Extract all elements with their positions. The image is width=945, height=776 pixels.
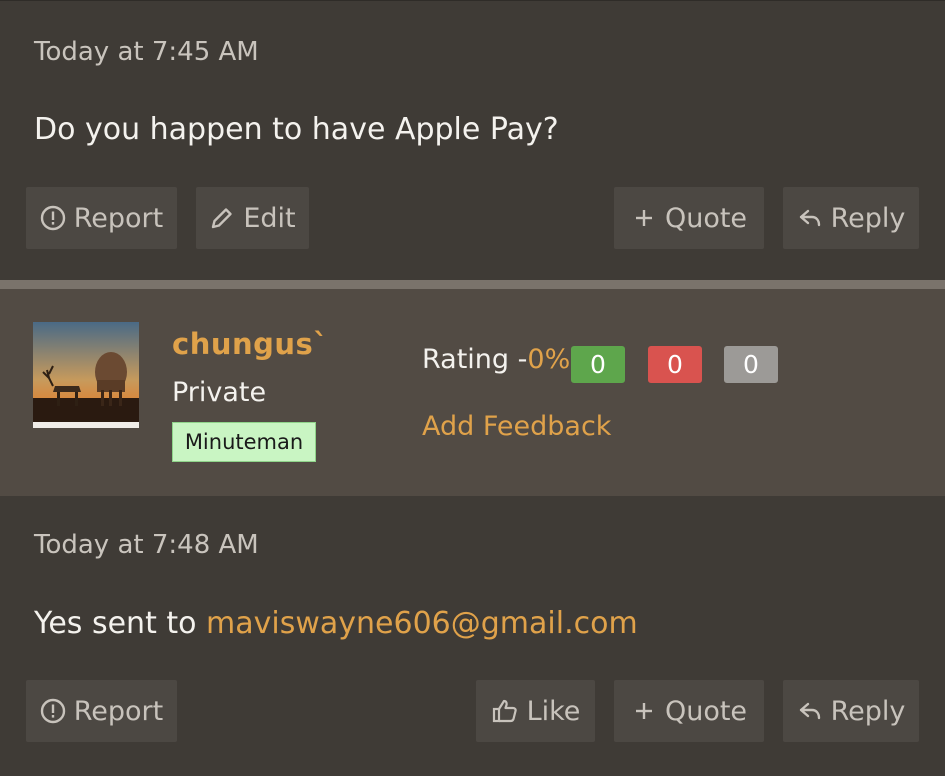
rating-percentage: 0% <box>527 344 571 375</box>
post-timestamp: Today at 7:48 AM <box>34 530 259 560</box>
reply-arrow-icon <box>797 205 823 231</box>
report-icon <box>40 205 66 231</box>
thumbs-up-icon <box>491 697 519 725</box>
reply-button[interactable]: Reply <box>783 680 919 742</box>
like-label: Like <box>526 695 581 727</box>
positive-feedback-count[interactable]: 0 <box>571 346 625 383</box>
report-label: Report <box>73 202 164 234</box>
pencil-icon <box>209 205 235 231</box>
like-button[interactable]: Like <box>476 680 595 742</box>
post-message-text: Yes sent to maviswayne606@gmail.com <box>34 606 638 641</box>
reply-label: Reply <box>830 695 906 727</box>
quote-label: Quote <box>664 695 748 727</box>
plus-icon <box>631 205 657 231</box>
report-label: Report <box>73 695 164 727</box>
reply-label: Reply <box>830 202 906 234</box>
message-prefix: Yes sent to <box>34 606 207 641</box>
quote-button[interactable]: Quote <box>614 187 764 249</box>
report-button[interactable]: Report <box>26 187 177 249</box>
user-info-bar: chungus` Private Minuteman Rating -0% 0 … <box>0 289 945 496</box>
report-icon <box>40 698 66 724</box>
post-divider <box>0 280 945 289</box>
email-link[interactable]: maviswayne606@gmail.com <box>206 606 638 641</box>
username-link[interactable]: chungus` <box>172 327 328 361</box>
reply-arrow-icon <box>797 698 823 724</box>
neutral-feedback-count[interactable]: 0 <box>724 346 778 383</box>
post-message-text: Do you happen to have Apple Pay? <box>34 112 559 147</box>
post-timestamp: Today at 7:45 AM <box>34 37 259 67</box>
user-rank: Private <box>172 377 267 408</box>
plus-icon <box>631 698 657 724</box>
negative-feedback-count[interactable]: 0 <box>648 346 702 383</box>
edit-button[interactable]: Edit <box>196 187 309 249</box>
post-message-2: Today at 7:48 AM Yes sent to maviswayne6… <box>0 496 945 776</box>
quote-button[interactable]: Quote <box>614 680 764 742</box>
add-feedback-link[interactable]: Add Feedback <box>422 411 611 442</box>
quote-label: Quote <box>664 202 748 234</box>
reply-button[interactable]: Reply <box>783 187 919 249</box>
user-badge: Minuteman <box>172 422 316 462</box>
rating-label-text: Rating - <box>422 344 528 375</box>
report-button[interactable]: Report <box>26 680 177 742</box>
edit-label: Edit <box>243 202 296 234</box>
avatar[interactable] <box>33 322 139 428</box>
post-message-1: Today at 7:45 AM Do you happen to have A… <box>0 0 945 280</box>
rating-label: Rating -0% <box>422 344 570 375</box>
